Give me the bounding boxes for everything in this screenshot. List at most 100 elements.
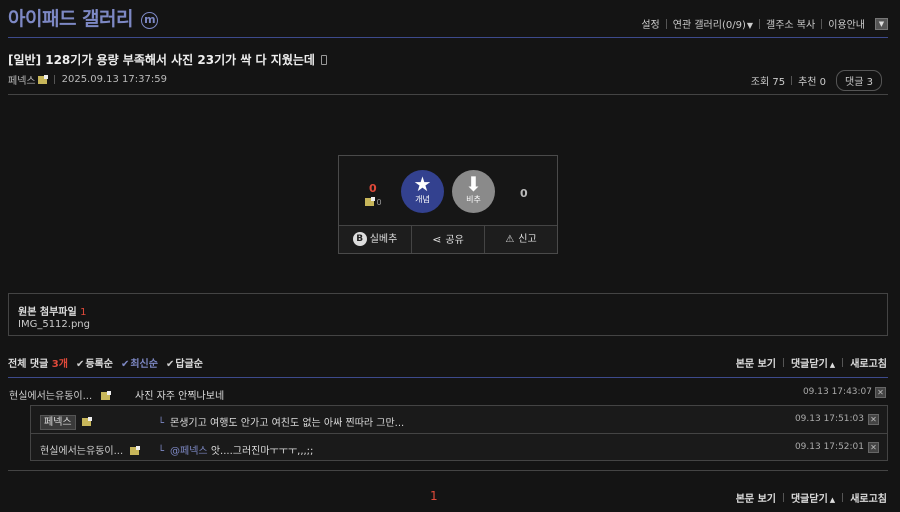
- header-divider: [8, 37, 888, 38]
- check-icon: ✔: [75, 359, 85, 370]
- view-body-button[interactable]: 본문 보기: [736, 355, 776, 370]
- vote-box: 0 0 ★ 개념 ⬇ 비추 0 B 실베추 ⋖ 공유 ⚠ 신고: [338, 155, 558, 254]
- attachment-label-text: 원본 첨부파일: [18, 307, 77, 318]
- downvote-button[interactable]: ⬇ 비추: [452, 170, 495, 213]
- recommend-count: 추천 0: [798, 77, 827, 88]
- fixed-nick-icon: [37, 74, 48, 84]
- share-label: 공유: [445, 235, 464, 246]
- vote-actions: B 실베추 ⋖ 공유 ⚠ 신고: [339, 225, 557, 253]
- view-body-button[interactable]: 본문 보기: [736, 490, 776, 505]
- realtime-best-button[interactable]: B 실베추: [339, 226, 412, 253]
- delete-comment-icon[interactable]: ✕: [875, 387, 886, 398]
- refresh-button[interactable]: 새로고침: [850, 490, 887, 505]
- fixed-user-upvote-count: 0: [363, 197, 382, 207]
- report-button[interactable]: ⚠ 신고: [485, 226, 557, 253]
- comment-bottom-divider: [8, 470, 888, 471]
- reply-text-body: 앗....그러진마ㅜㅜㅜ,,,;;: [210, 446, 314, 457]
- realtime-best-label: 실베추: [369, 234, 398, 245]
- reply-arrow-icon: └: [158, 446, 165, 457]
- reply-text: └ @페넥스 앗....그러진마ㅜㅜㅜ,,,;;: [158, 442, 313, 457]
- caret-up-icon: ▲: [829, 361, 836, 369]
- attachment-count: 1: [80, 307, 87, 318]
- fixed-nick-icon: [101, 391, 112, 400]
- reply-time: 09.13 17:52:01: [794, 442, 864, 452]
- divider: [782, 493, 784, 502]
- attachment-box: 원본 첨부파일 1 IMG_5112.png: [8, 293, 888, 336]
- close-comments-label: 댓글닫기: [790, 494, 828, 505]
- comment-total-count: 3개: [51, 359, 68, 370]
- upvote-label: 개념: [415, 195, 430, 204]
- fixed-user-upvote-value: 0: [376, 198, 382, 207]
- check-icon: ✔: [120, 359, 130, 370]
- divider: [821, 18, 823, 29]
- downvote-label: 비추: [466, 195, 481, 204]
- share-button[interactable]: ⋖ 공유: [412, 226, 485, 253]
- settings-link[interactable]: 설정: [641, 16, 659, 31]
- post-title: [일반] 128기가 용량 부족해서 사진 23기가 싹 다 지웠는데: [8, 51, 327, 68]
- star-icon: ★: [413, 172, 432, 196]
- check-icon: ✔: [165, 359, 175, 370]
- divider: [782, 358, 784, 367]
- delete-reply-icon[interactable]: ✕: [868, 414, 879, 425]
- divider: [842, 493, 844, 502]
- report-label: 신고: [518, 234, 537, 245]
- fixed-nick-icon: [365, 197, 375, 206]
- comment-actions-bottom: 본문 보기 댓글닫기 ▲ 새로고침: [736, 490, 887, 505]
- sort-reply-label: 답글순: [175, 359, 203, 370]
- comment-toolbar: 전체 댓글 3개 ✔등록순 ✔최신순 ✔답글순: [8, 355, 203, 370]
- reply-arrow-icon: └: [158, 418, 165, 429]
- post-datetime: 2025.09.13 17:37:59: [61, 74, 167, 85]
- reply-author-name: 페넥스: [40, 415, 76, 430]
- sort-registered-option[interactable]: ✔등록순: [76, 355, 113, 370]
- guide-link[interactable]: 이용안내: [828, 16, 865, 31]
- siren-icon: ⚠: [505, 234, 515, 245]
- reply-author[interactable]: 페넥스: [40, 413, 92, 430]
- reply-time: 09.13 17:51:03: [794, 414, 864, 424]
- reply-text-body: 몬생기고 여행도 안가고 여친도 없는 아싸 찐따라 그만...: [170, 418, 405, 429]
- sort-registered-label: 등록순: [85, 359, 113, 370]
- arrow-down-icon: ⬇: [465, 172, 482, 196]
- comment-author[interactable]: 현실에서는유동이...: [9, 387, 112, 402]
- reply-author[interactable]: 현실에서는유동이...: [40, 442, 141, 457]
- comment-count-button[interactable]: 댓글 3: [836, 70, 882, 91]
- dropdown-toggle-icon[interactable]: ▼: [875, 17, 888, 30]
- page-number-current[interactable]: 1: [430, 489, 438, 503]
- view-count: 조회 75: [750, 77, 786, 88]
- close-comments-label: 댓글닫기: [790, 359, 828, 370]
- post-title-text: [일반] 128기가 용량 부족해서 사진 23기가 싹 다 지웠는데: [8, 53, 315, 67]
- divider: [842, 358, 844, 367]
- attachment-file-link[interactable]: IMG_5112.png: [18, 319, 90, 330]
- sort-latest-option[interactable]: ✔최신순: [121, 355, 158, 370]
- comment-actions-top: 본문 보기 댓글닫기 ▲ 새로고침: [736, 355, 887, 370]
- post-stats: 조회 75 추천 0 댓글 3: [751, 70, 882, 91]
- related-galleries-link[interactable]: 연관 갤러리(0/9)▼: [673, 16, 753, 31]
- upvote-count: 0: [369, 182, 377, 195]
- gallery-title[interactable]: 아이패드 갤러리 m: [8, 4, 159, 31]
- divider: [53, 75, 55, 84]
- reply-mention[interactable]: @페넥스: [170, 446, 208, 457]
- minor-gallery-badge: m: [141, 12, 159, 29]
- post-header-divider: [8, 94, 888, 95]
- sort-reply-option[interactable]: ✔답글순: [166, 355, 203, 370]
- copy-address-link[interactable]: 갤주소 복사: [766, 16, 815, 31]
- close-comments-button[interactable]: 댓글닫기 ▲: [791, 355, 835, 370]
- caret-down-icon: ▼: [746, 21, 753, 30]
- upvote-button[interactable]: ★ 개념: [401, 170, 444, 213]
- close-comments-button[interactable]: 댓글닫기 ▲: [791, 490, 835, 505]
- delete-reply-icon[interactable]: ✕: [868, 442, 879, 453]
- comment-total-label: 전체 댓글: [8, 359, 49, 370]
- mobile-icon: [320, 55, 327, 65]
- gallery-title-text[interactable]: 아이패드 갤러리: [8, 8, 133, 30]
- refresh-button[interactable]: 새로고침: [850, 355, 887, 370]
- divider: [665, 18, 667, 29]
- comment-time: 09.13 17:43:07: [802, 387, 872, 397]
- post-author[interactable]: 페넥스: [8, 72, 36, 87]
- downvote-count: 0: [520, 187, 528, 200]
- reply-text: └ 몬생기고 여행도 안가고 여친도 없는 아싸 찐따라 그만...: [158, 414, 404, 429]
- caret-up-icon: ▲: [829, 496, 836, 504]
- share-icon: ⋖: [432, 233, 442, 246]
- reply-author-name: 현실에서는유동이...: [40, 446, 124, 457]
- comment-text: 사진 자주 안찍나보네: [135, 391, 225, 402]
- reply-divider: [31, 433, 887, 434]
- best-b-icon: B: [352, 232, 367, 246]
